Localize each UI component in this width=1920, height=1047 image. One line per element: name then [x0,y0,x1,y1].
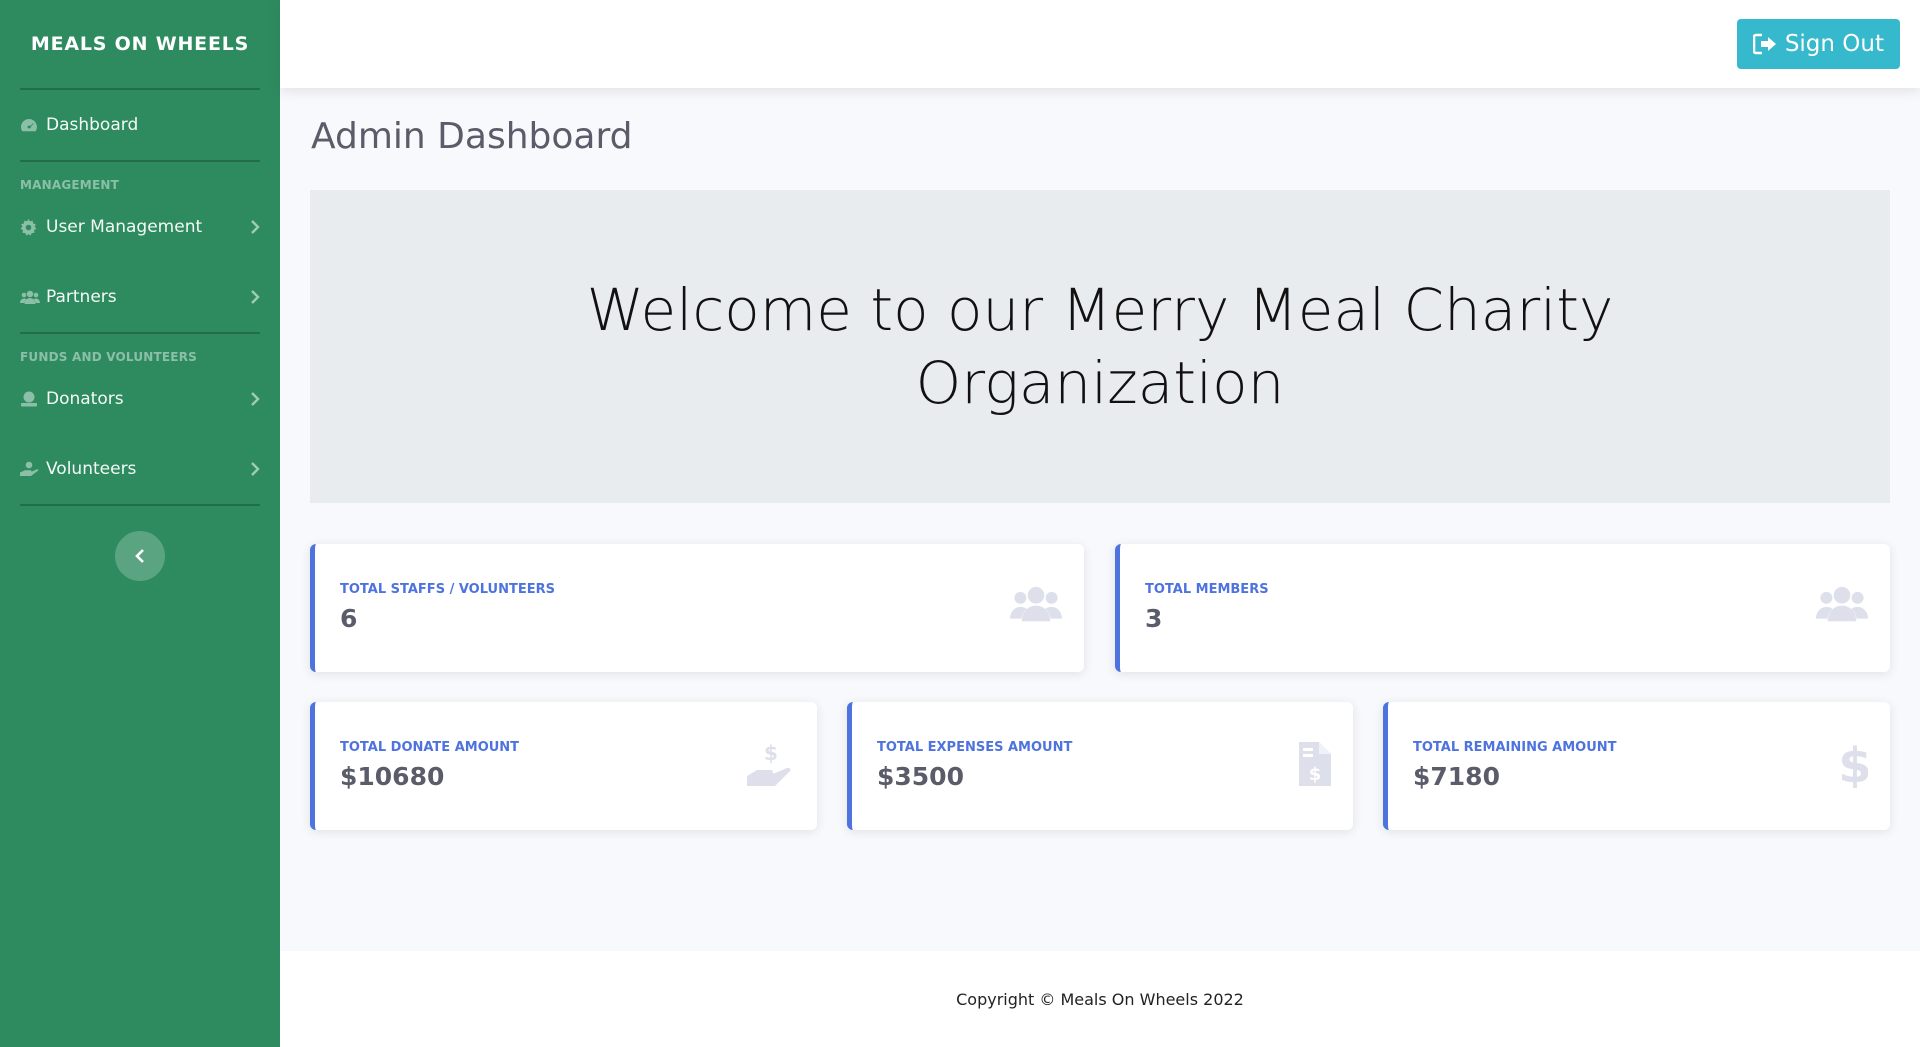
page-title: Admin Dashboard [311,116,633,157]
main-content: Admin Dashboard Welcome to our Merry Mea… [280,88,1920,951]
sidebar-item-label: User Management [46,217,203,237]
stat-card-members: TOTAL MEMBERS 3 [1115,544,1890,672]
stat-value: $7180 [1413,762,1500,791]
stat-card-expenses-amount: TOTAL EXPENSES AMOUNT $3500 $ [847,702,1353,830]
footer: Copyright © Meals On Wheels 2022 [280,951,1920,1047]
svg-text:$: $ [1309,764,1322,785]
tachometer-icon [20,117,46,133]
sidebar-item-user-management[interactable]: User Management [0,192,280,262]
stat-card-remaining-amount: TOTAL REMAINING AMOUNT $7180 $ [1383,702,1890,830]
users-icon [1816,584,1868,626]
donate-icon [20,391,46,407]
section-heading-funds: FUNDS AND VOLUNTEERS [20,350,197,364]
dollar-icon: $ [1838,738,1871,794]
chevron-right-icon [250,290,260,304]
sign-out-label: Sign Out [1784,31,1884,57]
sidebar-item-label: Volunteers [46,459,137,479]
chevron-left-icon [135,549,145,563]
stat-label: TOTAL MEMBERS [1145,582,1269,597]
sidebar-toggle-button[interactable] [115,531,165,581]
chevron-right-icon [250,462,260,476]
sidebar-item-volunteers[interactable]: Volunteers [0,434,280,504]
stat-card-staffs-volunteers: TOTAL STAFFS / VOLUNTEERS 6 [310,544,1084,672]
copyright-text: Copyright © Meals On Wheels 2022 [956,989,1244,1009]
section-heading-management: MANAGEMENT [20,178,119,192]
sidebar-item-label: Donators [46,389,124,409]
brand-title[interactable]: MEALS ON WHEELS [0,0,280,88]
stat-value: 6 [340,604,358,633]
stat-label: TOTAL STAFFS / VOLUNTEERS [340,582,555,597]
stat-value: 3 [1145,604,1163,633]
sidebar: MEALS ON WHEELS Dashboard MANAGEMENT Use… [0,0,280,1047]
welcome-banner: Welcome to our Merry Meal Charity Organi… [310,190,1890,503]
sidebar-divider [20,504,260,506]
chevron-right-icon [250,392,260,406]
svg-text:$: $ [1842,742,1868,788]
welcome-heading: Welcome to our Merry Meal Charity Organi… [586,276,1614,417]
sign-out-button[interactable]: Sign Out [1736,19,1900,69]
svg-text:$: $ [764,742,778,765]
users-icon [20,290,46,304]
sidebar-item-donators[interactable]: Donators [0,364,280,434]
gear-icon [20,218,46,236]
hands-helping-icon [20,461,46,477]
stat-label: TOTAL REMAINING AMOUNT [1413,740,1617,755]
stat-label: TOTAL DONATE AMOUNT [340,740,520,755]
chevron-right-icon [250,220,260,234]
sidebar-item-dashboard[interactable]: Dashboard [0,90,280,160]
sign-out-icon [1752,33,1777,55]
users-icon [1010,584,1062,626]
hand-dollar-icon: $ [747,741,795,792]
sidebar-item-label: Dashboard [46,115,139,135]
invoice-dollar-icon: $ [1299,742,1331,790]
sidebar-item-partners[interactable]: Partners [0,262,280,332]
stat-card-donate-amount: TOTAL DONATE AMOUNT $10680 $ [310,702,817,830]
topbar: Sign Out [280,0,1920,88]
stat-label: TOTAL EXPENSES AMOUNT [877,740,1073,755]
sidebar-item-label: Partners [46,287,117,307]
stat-value: $10680 [340,762,445,791]
stat-value: $3500 [877,762,964,791]
